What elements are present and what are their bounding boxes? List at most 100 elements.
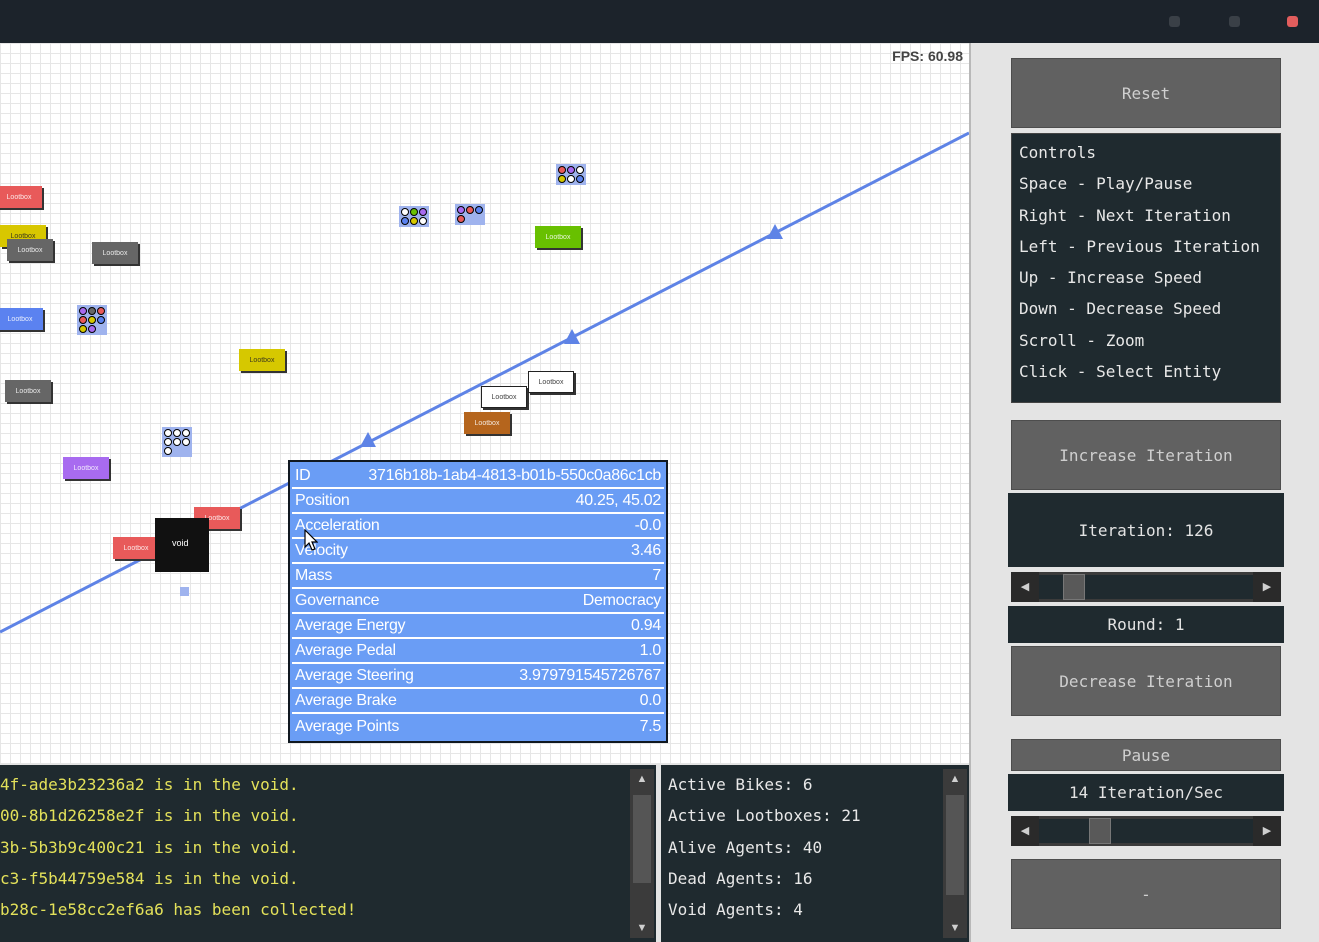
title-bar xyxy=(0,0,1319,43)
lootbox[interactable]: Lootbox xyxy=(528,371,574,393)
tooltip-row: Governance Democracy xyxy=(292,589,664,614)
stat-line: Void Agents: 4 xyxy=(668,900,803,920)
pause-button[interactable]: Pause xyxy=(1011,739,1281,771)
tooltip-row: Average Pedal 1.0 xyxy=(292,639,664,664)
speed-slider[interactable]: ◀ ▶ xyxy=(1011,816,1281,846)
tooltip-row: Mass 7 xyxy=(292,564,664,589)
control-hint: Click - Select Entity xyxy=(1019,362,1222,382)
lootbox-label: Lootbox xyxy=(123,544,149,552)
tooltip-value: 1.0 xyxy=(639,641,662,659)
increase-iteration-button[interactable]: Increase Iteration xyxy=(1011,420,1281,490)
scroll-thumb[interactable] xyxy=(633,795,651,883)
control-hint: Right - Next Iteration xyxy=(1019,205,1231,225)
slider-right-icon[interactable]: ▶ xyxy=(1253,816,1281,846)
close-button[interactable] xyxy=(1287,16,1298,27)
bike-icon[interactable] xyxy=(556,164,586,185)
iteration-slider[interactable]: ◀ ▶ xyxy=(1011,572,1281,602)
simulation-canvas[interactable]: FPS: 60.98 Lootbox Lootbox Lootbox Lootbox L… xyxy=(0,43,969,763)
stat-line: Dead Agents: 16 xyxy=(668,868,813,888)
lootbox[interactable]: Lootbox xyxy=(7,239,53,261)
slider-thumb[interactable] xyxy=(1063,574,1085,600)
tooltip-key: Average Pedal xyxy=(295,641,396,659)
lootbox-label: Lootbox xyxy=(7,315,33,323)
bike-icon[interactable] xyxy=(455,204,485,225)
tooltip-row: ID 3716b18b-1ab4-4813-b01b-550c0a86c1cb xyxy=(292,464,664,489)
tooltip-row: Average Brake 0.0 xyxy=(292,689,664,714)
lootbox-label: Lootbox xyxy=(249,356,275,364)
tooltip-value: 7 xyxy=(652,566,661,584)
log-line: 00-8b1d26258e2f is in the void. xyxy=(0,806,299,826)
mouse-cursor-icon xyxy=(304,529,318,551)
tooltip-value: -0.0 xyxy=(634,516,662,534)
tooltip-value: 3.979791545726767 xyxy=(519,666,661,684)
tooltip-value: Democracy xyxy=(582,591,662,609)
lootbox[interactable]: Lootbox xyxy=(0,186,42,208)
slider-right-icon[interactable]: ▶ xyxy=(1253,572,1281,602)
slider-left-icon[interactable]: ◀ xyxy=(1011,816,1039,846)
slider-left-icon[interactable]: ◀ xyxy=(1011,572,1039,602)
control-hint: Controls xyxy=(1019,143,1097,162)
tooltip-key: Velocity xyxy=(295,541,348,559)
stats-scrollbar[interactable]: ▲ ▼ xyxy=(943,769,967,938)
control-hint: Up - Increase Speed xyxy=(1019,268,1203,288)
void-zone[interactable]: void xyxy=(155,518,209,572)
tooltip-value: 0.94 xyxy=(631,616,661,634)
control-sidebar: Reset Controls Space - Play/Pause Right - … xyxy=(971,43,1319,942)
lootbox-label: Lootbox xyxy=(538,378,564,386)
tooltip-value: 0.0 xyxy=(639,691,662,709)
tooltip-key: Average Energy xyxy=(295,616,406,634)
controls-help: Controls Space - Play/Pause Right - Next I… xyxy=(1011,133,1281,403)
lootbox[interactable]: Lootbox xyxy=(5,380,51,402)
scroll-up-icon[interactable]: ▲ xyxy=(943,769,967,789)
log-scrollbar[interactable]: ▲ ▼ xyxy=(630,769,654,938)
control-hint: Scroll - Zoom xyxy=(1019,330,1145,350)
slider-thumb[interactable] xyxy=(1089,818,1111,844)
tooltip-row: Average Steering 3.979791545726767 xyxy=(292,664,664,689)
extra-button[interactable]: - xyxy=(1011,859,1281,929)
lootbox-label: Lootbox xyxy=(6,193,32,201)
lootbox[interactable]: Lootbox xyxy=(481,386,527,408)
bike-icon[interactable] xyxy=(77,305,107,335)
decrease-iteration-button[interactable]: Decrease Iteration xyxy=(1011,646,1281,716)
control-hint: Down - Decrease Speed xyxy=(1019,299,1222,319)
agent-marker[interactable] xyxy=(180,587,189,596)
scroll-thumb[interactable] xyxy=(946,795,964,895)
minimize-button[interactable] xyxy=(1169,16,1180,27)
tooltip-row: Average Energy 0.94 xyxy=(292,614,664,639)
stats-panel: Active Bikes: 6 Active Lootboxes: 21 Alive… xyxy=(661,765,969,942)
scroll-down-icon[interactable]: ▼ xyxy=(943,918,967,938)
stat-line: Alive Agents: 40 xyxy=(668,837,823,857)
tooltip-key: Position xyxy=(295,491,350,509)
control-hint: Space - Play/Pause xyxy=(1019,174,1193,194)
tooltip-key: Mass xyxy=(295,566,333,584)
lootbox-label: Lootbox xyxy=(15,387,41,395)
lootbox-label: Lootbox xyxy=(102,249,128,257)
iteration-display: Iteration: 126 xyxy=(1008,493,1284,567)
scroll-down-icon[interactable]: ▼ xyxy=(630,918,654,938)
tooltip-key: Governance xyxy=(295,591,380,609)
scroll-up-icon[interactable]: ▲ xyxy=(630,769,654,789)
log-line: c3-f5b44759e584 is in the void. xyxy=(0,868,299,888)
reset-button[interactable]: Reset xyxy=(1011,58,1281,128)
log-line: 3b-5b3b9c400c21 is in the void. xyxy=(0,837,299,857)
lootbox[interactable]: Lootbox xyxy=(113,537,159,559)
lootbox[interactable]: Lootbox xyxy=(0,308,43,330)
tooltip-key: Average Steering xyxy=(295,666,414,684)
bike-icon[interactable] xyxy=(162,427,192,457)
lootbox-label: Lootbox xyxy=(491,393,517,401)
lootbox-label: Lootbox xyxy=(17,246,43,254)
bike-icon[interactable] xyxy=(399,206,429,227)
log-line: 4f-ade3b23236a2 is in the void. xyxy=(0,775,299,794)
stat-line: Active Bikes: 6 xyxy=(668,775,813,794)
lootbox[interactable]: Lootbox xyxy=(63,457,109,479)
round-display: Round: 1 xyxy=(1008,606,1284,643)
lootbox[interactable]: Lootbox xyxy=(464,412,510,434)
lootbox[interactable]: Lootbox xyxy=(239,349,285,371)
tooltip-value: 3.46 xyxy=(631,541,661,559)
lootbox[interactable]: Lootbox xyxy=(535,226,581,248)
maximize-button[interactable] xyxy=(1229,16,1240,27)
tooltip-key: ID xyxy=(295,466,311,484)
lootbox[interactable]: Lootbox xyxy=(92,242,138,264)
tooltip-row: Acceleration -0.0 xyxy=(292,514,664,539)
tooltip-row: Velocity 3.46 xyxy=(292,539,664,564)
